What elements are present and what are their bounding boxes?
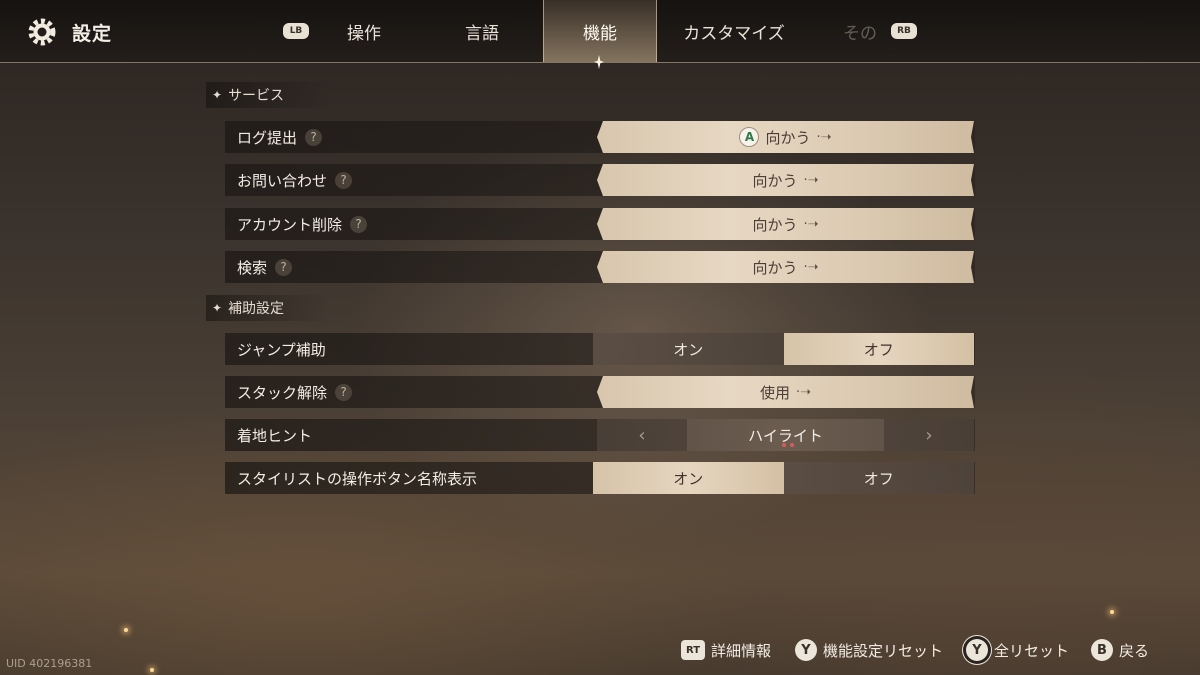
footer-details[interactable]: RT 詳細情報 (681, 636, 771, 664)
option-on[interactable]: オン (593, 333, 784, 365)
arrow-right-icon: ·➝ (803, 172, 819, 188)
footer-label: 全リセット (994, 641, 1070, 660)
sparkle-icon: ✦ (212, 301, 223, 315)
rt-button-icon: RT (681, 640, 705, 660)
active-tab-star-icon (594, 55, 604, 69)
help-icon[interactable]: ? (335, 171, 353, 189)
setting-label: スタック解除 (237, 383, 328, 402)
ambient-spark (150, 668, 154, 672)
unstuck-use-button[interactable]: 使用 ·➝ (597, 376, 974, 408)
section-title: サービス (228, 88, 285, 104)
setting-label: 着地ヒント (237, 426, 313, 445)
setting-label: スタイリストの操作ボタン名称表示 (237, 469, 478, 488)
help-icon[interactable]: ? (350, 215, 368, 233)
action-label: 使用 (759, 383, 790, 402)
footer-label: 詳細情報 (711, 641, 772, 660)
help-icon[interactable]: ? (275, 258, 293, 276)
footer-reset-all[interactable]: Y 全リセット (966, 636, 1069, 664)
y-button-icon: Y (966, 639, 988, 661)
top-bar: 設定 LB 操作 言語 機能 カスタマイズ その RB (0, 0, 1200, 69)
log-submit-go-button[interactable]: A 向かう ·➝ (597, 121, 974, 153)
section-header-assist: ✦ 補助設定 (206, 295, 330, 321)
footer-label: 機能設定リセット (823, 641, 944, 660)
setting-label: アカウント削除 (237, 215, 343, 234)
b-button-icon: B (1091, 639, 1113, 661)
contact-go-button[interactable]: 向かう ·➝ (597, 164, 974, 196)
action-label: 向かう (765, 128, 811, 147)
settings-title-group: 設定 (26, 14, 112, 50)
search-go-button[interactable]: 向かう ·➝ (597, 251, 974, 283)
gear-icon (28, 18, 56, 46)
option-on-selected[interactable]: オン (593, 462, 784, 494)
setting-label: ジャンプ補助 (237, 340, 326, 359)
chevron-left-icon[interactable]: ‹ (597, 419, 687, 451)
tab-other[interactable]: その (830, 0, 890, 62)
help-icon[interactable]: ? (305, 128, 323, 146)
section-title: 補助設定 (228, 301, 285, 317)
option-off-selected[interactable]: オフ (783, 333, 974, 365)
chevron-right-icon[interactable]: › (884, 419, 974, 451)
tab-language[interactable]: 言語 (436, 0, 528, 62)
setting-label: 検索 (237, 258, 268, 277)
page-indicator-dots (782, 443, 794, 447)
tab-customize[interactable]: カスタマイズ (676, 0, 792, 62)
action-label: 向かう (752, 258, 798, 277)
tab-controls[interactable]: 操作 (320, 0, 408, 62)
option-off[interactable]: オフ (783, 462, 974, 494)
action-label: 向かう (752, 215, 798, 234)
section-header-service: ✦ サービス (206, 82, 330, 108)
ambient-spark (1110, 610, 1114, 614)
footer-back[interactable]: B 戻る (1091, 636, 1149, 664)
arrow-right-icon: ·➝ (816, 129, 832, 145)
page-title: 設定 (72, 22, 113, 45)
arrow-right-icon: ·➝ (803, 259, 819, 275)
action-label: 向かう (752, 171, 798, 190)
arrow-right-icon: ·➝ (795, 384, 812, 400)
rb-button-hint[interactable]: RB (891, 23, 917, 39)
help-icon[interactable]: ? (335, 383, 353, 401)
user-id: UID 402196381 (6, 657, 93, 670)
sparkle-icon: ✦ (212, 88, 223, 102)
stylist-button-names-toggle: オン オフ (593, 462, 974, 494)
ambient-spark (124, 628, 128, 632)
a-button-icon: A (739, 127, 759, 147)
jump-assist-toggle: オン オフ (593, 333, 974, 365)
y-button-icon: Y (795, 639, 817, 661)
lb-button-hint[interactable]: LB (283, 23, 309, 39)
footer-label: 戻る (1119, 641, 1150, 660)
setting-label: ログ提出 (237, 128, 298, 147)
arrow-right-icon: ·➝ (803, 216, 819, 232)
account-delete-go-button[interactable]: 向かう ·➝ (597, 208, 974, 240)
footer-reset-feature[interactable]: Y 機能設定リセット (795, 636, 943, 664)
setting-label: お問い合わせ (237, 171, 328, 190)
tab-features[interactable]: 機能 (543, 0, 657, 62)
